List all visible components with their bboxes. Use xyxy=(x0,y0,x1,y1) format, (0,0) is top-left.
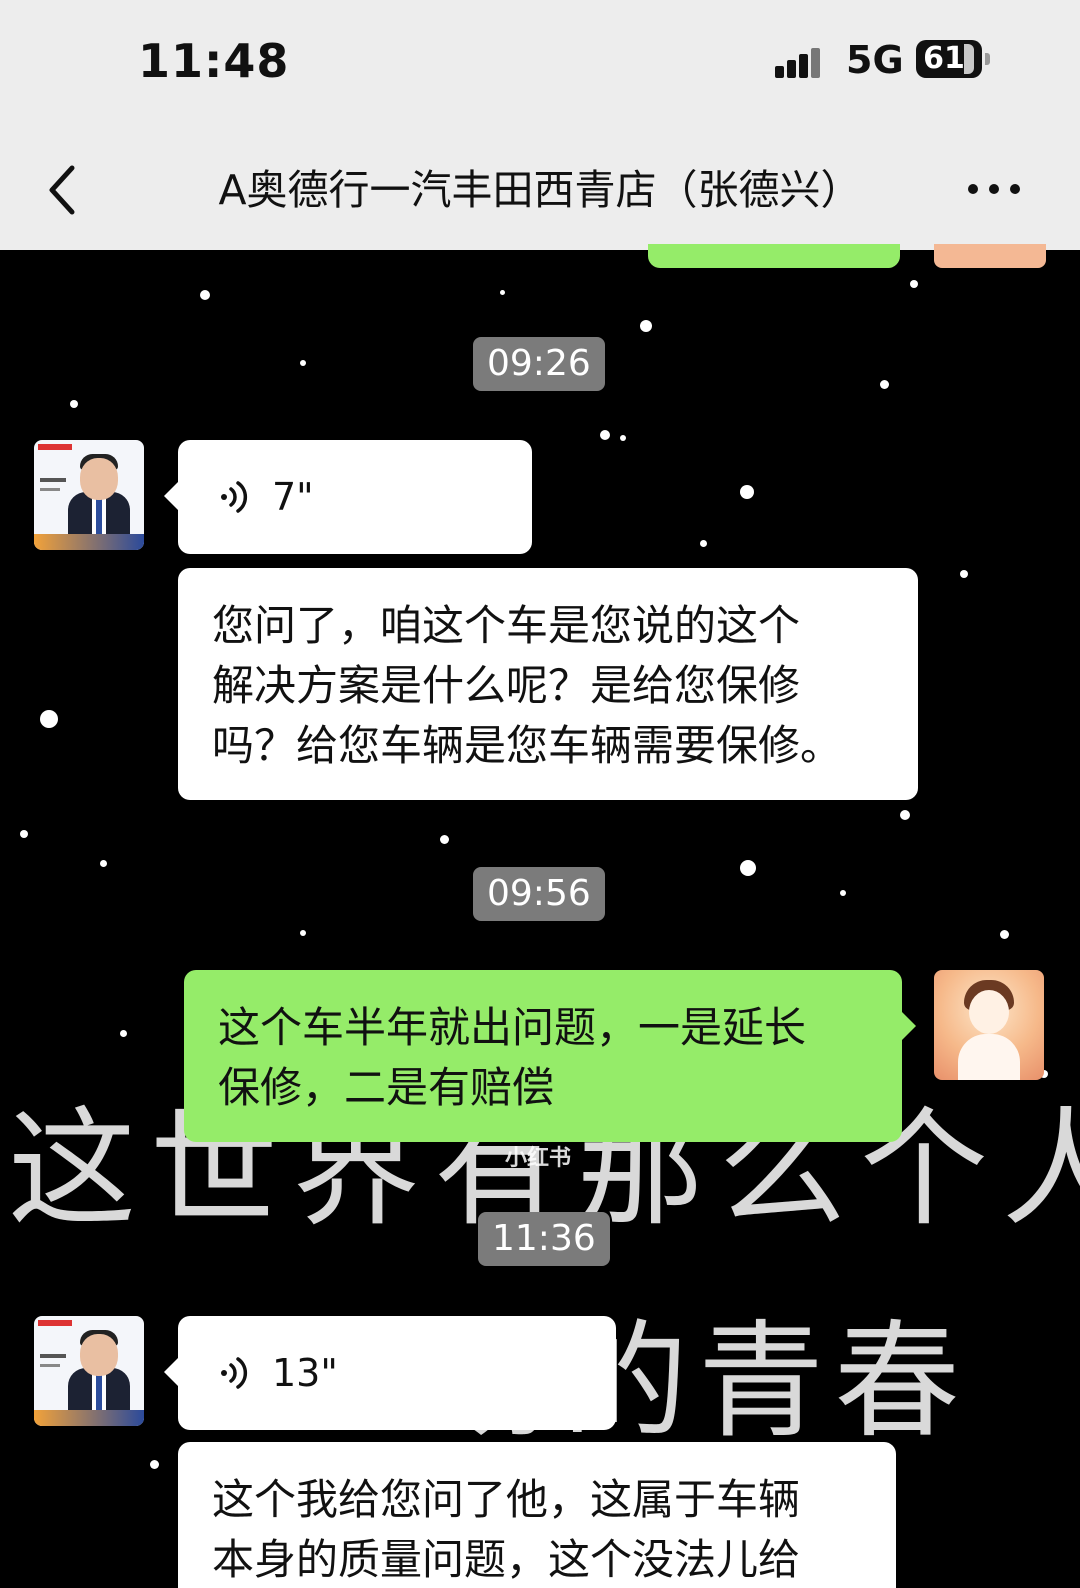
message-line: 您问了，咱这个车是您说的这个 xyxy=(212,601,801,650)
more-dots-icon xyxy=(968,184,978,194)
chat-title: A奥德行一汽丰田西青店（张德兴） xyxy=(218,166,862,214)
message-line: 保修，二是有赔偿 xyxy=(218,1063,555,1112)
message-line: 吗？给您车辆是您车辆需要保修。 xyxy=(212,721,843,770)
text-message[interactable]: 您问了，咱这个车是您说的这个 解决方案是什么呢？是给您保修 吗？给您车辆是您车辆… xyxy=(178,568,918,800)
back-button[interactable] xyxy=(40,160,90,220)
battery-empty-part xyxy=(964,44,974,74)
message-line: 本身的质量问题，这个没法儿给 xyxy=(212,1535,801,1584)
battery-terminal xyxy=(985,53,990,65)
signal-icon xyxy=(775,46,829,78)
message-line: 解决方案是什么呢？是给您保修 xyxy=(212,661,801,710)
voice-wave-icon xyxy=(221,481,248,513)
message-timestamp: 09:56 xyxy=(473,867,605,921)
message-timestamp: 09:26 xyxy=(473,337,605,391)
status-time: 11:48 xyxy=(138,34,290,88)
voice-wave-icon xyxy=(221,1357,248,1389)
message-line: 这个我给您问了他，这属于车辆 xyxy=(212,1475,801,1524)
more-options-button[interactable] xyxy=(968,170,1028,210)
top-bar: 11:48 5G 61 A奥德行一汽丰田西青店（张德兴） xyxy=(0,0,1080,250)
message-timestamp: 11:36 xyxy=(478,1212,610,1266)
previous-message-fragment xyxy=(648,244,900,268)
voice-duration: 7" xyxy=(272,475,314,519)
contact-avatar[interactable] xyxy=(34,440,144,550)
my-avatar[interactable] xyxy=(934,970,1044,1080)
contact-avatar[interactable] xyxy=(34,1316,144,1426)
watermark: 小红书 xyxy=(505,1146,572,1171)
voice-duration: 13" xyxy=(272,1351,338,1395)
sent-text-message[interactable]: 这个车半年就出问题，一是延长 保修，二是有赔偿 xyxy=(184,970,916,1142)
previous-avatar-fragment xyxy=(934,244,1046,268)
message-line: 这个车半年就出问题，一是延长 xyxy=(218,1003,807,1052)
chevron-left-icon xyxy=(49,165,75,215)
voice-message[interactable]: 13" xyxy=(164,1316,616,1430)
voice-message[interactable]: 7" xyxy=(164,440,532,554)
battery-icon: 61 xyxy=(916,40,990,78)
text-message[interactable]: 这个我给您问了他，这属于车辆 本身的质量问题，这个没法儿给 xyxy=(178,1442,896,1588)
network-type: 5G xyxy=(846,38,904,82)
